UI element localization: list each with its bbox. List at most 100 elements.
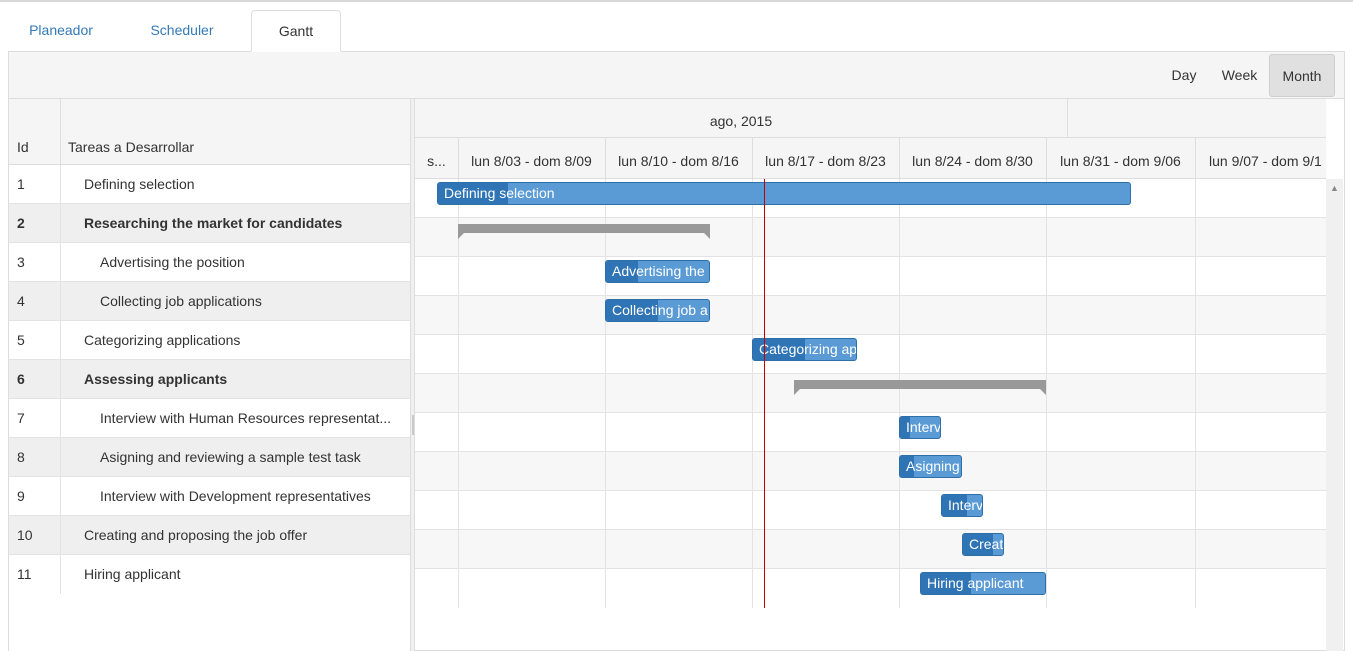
column-header-task[interactable]: Tareas a Desarrollar xyxy=(68,139,194,155)
summary-task-bar[interactable] xyxy=(458,224,710,239)
row-id: 7 xyxy=(17,410,25,426)
timeline-row xyxy=(415,257,1326,296)
top-border xyxy=(0,0,1353,2)
gantt-toolbar: Day Week Month xyxy=(9,52,1344,99)
grid-row[interactable]: 1 Defining selection xyxy=(9,165,410,204)
view-day-button[interactable]: Day xyxy=(1159,54,1209,97)
summary-task-bar[interactable] xyxy=(794,380,1046,395)
cell-divider xyxy=(60,243,61,282)
cell-divider xyxy=(60,555,61,594)
week-gridline xyxy=(1195,179,1196,608)
task-bar-label: Defining selection xyxy=(444,185,555,201)
grid-row[interactable]: 11 Hiring applicant xyxy=(9,555,410,594)
timeline-row xyxy=(415,569,1326,608)
task-bar[interactable]: Advertising the xyxy=(605,260,710,283)
row-task-title: Categorizing applications xyxy=(84,332,241,348)
task-bar-label: Hiring applicant xyxy=(927,575,1024,591)
task-bar-label: Interv xyxy=(906,419,941,435)
month-label: ago, 2015 xyxy=(709,113,773,129)
timeline-row xyxy=(415,530,1326,569)
row-task-title: Hiring applicant xyxy=(84,566,181,582)
timeline-row xyxy=(415,452,1326,491)
grid-header: Id Tareas a Desarrollar xyxy=(9,99,410,165)
task-bar-label: Creat xyxy=(969,536,1004,552)
view-week-button[interactable]: Week xyxy=(1211,54,1268,97)
column-header-id[interactable]: Id xyxy=(17,139,29,155)
cell-divider xyxy=(60,360,61,399)
row-task-title: Assessing applicants xyxy=(84,371,228,387)
row-id: 6 xyxy=(17,371,25,387)
week-label: lun 8/17 - dom 8/23 xyxy=(765,153,886,169)
header-column-divider xyxy=(60,99,61,165)
timeline-row xyxy=(415,296,1326,335)
splitter-grip-icon[interactable] xyxy=(412,415,414,435)
timeline-body: Defining selection Advertising the Colle… xyxy=(415,179,1326,651)
grid-row[interactable]: 7 Interview with Human Resources represe… xyxy=(9,399,410,438)
week-label: s... xyxy=(427,153,446,169)
week-gridline xyxy=(1046,179,1047,608)
row-id: 11 xyxy=(17,566,32,582)
tab-strip: Planeador Scheduler Gantt xyxy=(8,10,1345,52)
task-bar[interactable]: Creat xyxy=(962,533,1004,556)
cell-divider xyxy=(60,282,61,321)
tab-gantt[interactable]: Gantt xyxy=(251,10,341,52)
row-task-title: Defining selection xyxy=(84,176,195,192)
summary-left-cap xyxy=(794,389,800,395)
row-id: 9 xyxy=(17,488,25,504)
tab-planeador[interactable]: Planeador xyxy=(8,10,114,51)
row-id: 10 xyxy=(17,527,33,543)
task-grid: Id Tareas a Desarrollar 1 Defining selec… xyxy=(9,99,410,651)
grid-row[interactable]: 2 Researching the market for candidates xyxy=(9,204,410,243)
cell-divider xyxy=(60,399,61,438)
row-task-title: Collecting job applications xyxy=(100,293,262,309)
summary-left-cap xyxy=(458,233,464,239)
row-task-title: Interview with Human Resources represent… xyxy=(100,410,392,426)
task-bar[interactable]: Collecting job a xyxy=(605,299,710,322)
grid-row[interactable]: 9 Interview with Development representat… xyxy=(9,477,410,516)
task-bar[interactable]: Hiring applicant xyxy=(920,572,1046,595)
task-bar[interactable]: Interv xyxy=(941,494,983,517)
grid-row[interactable]: 5 Categorizing applications xyxy=(9,321,410,360)
week-label: lun 8/03 - dom 8/09 xyxy=(471,153,592,169)
summary-right-cap xyxy=(1040,389,1046,395)
cell-divider xyxy=(60,321,61,360)
timeline-row xyxy=(415,335,1326,374)
row-task-title: Interview with Development representativ… xyxy=(100,488,371,504)
cell-divider xyxy=(60,204,61,243)
tab-scheduler[interactable]: Scheduler xyxy=(129,10,235,51)
timeline-row xyxy=(415,491,1326,530)
task-bar-label: Categorizing ap xyxy=(759,341,857,357)
task-bar[interactable]: Categorizing ap xyxy=(752,338,857,361)
timeline-row xyxy=(415,413,1326,452)
week-label: lun 9/07 - dom 9/1 xyxy=(1209,153,1322,169)
row-id: 2 xyxy=(17,215,25,231)
summary-right-cap xyxy=(704,233,710,239)
timeline-vertical-scrollbar[interactable]: ▲ xyxy=(1326,179,1343,651)
gantt-panel: Day Week Month Id Tareas a Desarrollar 1… xyxy=(8,51,1345,651)
month-divider xyxy=(1067,99,1068,138)
week-gridline xyxy=(752,179,753,608)
grid-row[interactable]: 4 Collecting job applications xyxy=(9,282,410,321)
cell-divider xyxy=(60,438,61,477)
grid-row[interactable]: 3 Advertising the position xyxy=(9,243,410,282)
task-bar[interactable]: Defining selection xyxy=(437,182,1131,205)
cell-divider xyxy=(60,477,61,516)
row-task-title: Advertising the position xyxy=(100,254,245,270)
timeline-week-header: s... lun 8/03 - dom 8/09 lun 8/10 - dom … xyxy=(415,138,1326,179)
scroll-up-icon[interactable]: ▲ xyxy=(1330,183,1339,193)
grid-row[interactable]: 8 Asigning and reviewing a sample test t… xyxy=(9,438,410,477)
task-bar-label: Asigning xyxy=(906,458,960,474)
week-label: lun 8/31 - dom 9/06 xyxy=(1060,153,1181,169)
week-gridline xyxy=(458,179,459,608)
grid-row[interactable]: 10 Creating and proposing the job offer xyxy=(9,516,410,555)
row-task-title: Researching the market for candidates xyxy=(84,215,343,231)
task-bar[interactable]: Asigning xyxy=(899,455,962,478)
timeline-month-header: ago, 2015 xyxy=(415,99,1326,138)
view-month-button[interactable]: Month xyxy=(1269,54,1335,97)
task-bar[interactable]: Interv xyxy=(899,416,941,439)
grid-row[interactable]: 6 Assessing applicants xyxy=(9,360,410,399)
week-gridline xyxy=(899,179,900,608)
row-id: 1 xyxy=(17,176,25,192)
task-bar-label: Advertising the xyxy=(612,263,705,279)
row-id: 5 xyxy=(17,332,25,348)
